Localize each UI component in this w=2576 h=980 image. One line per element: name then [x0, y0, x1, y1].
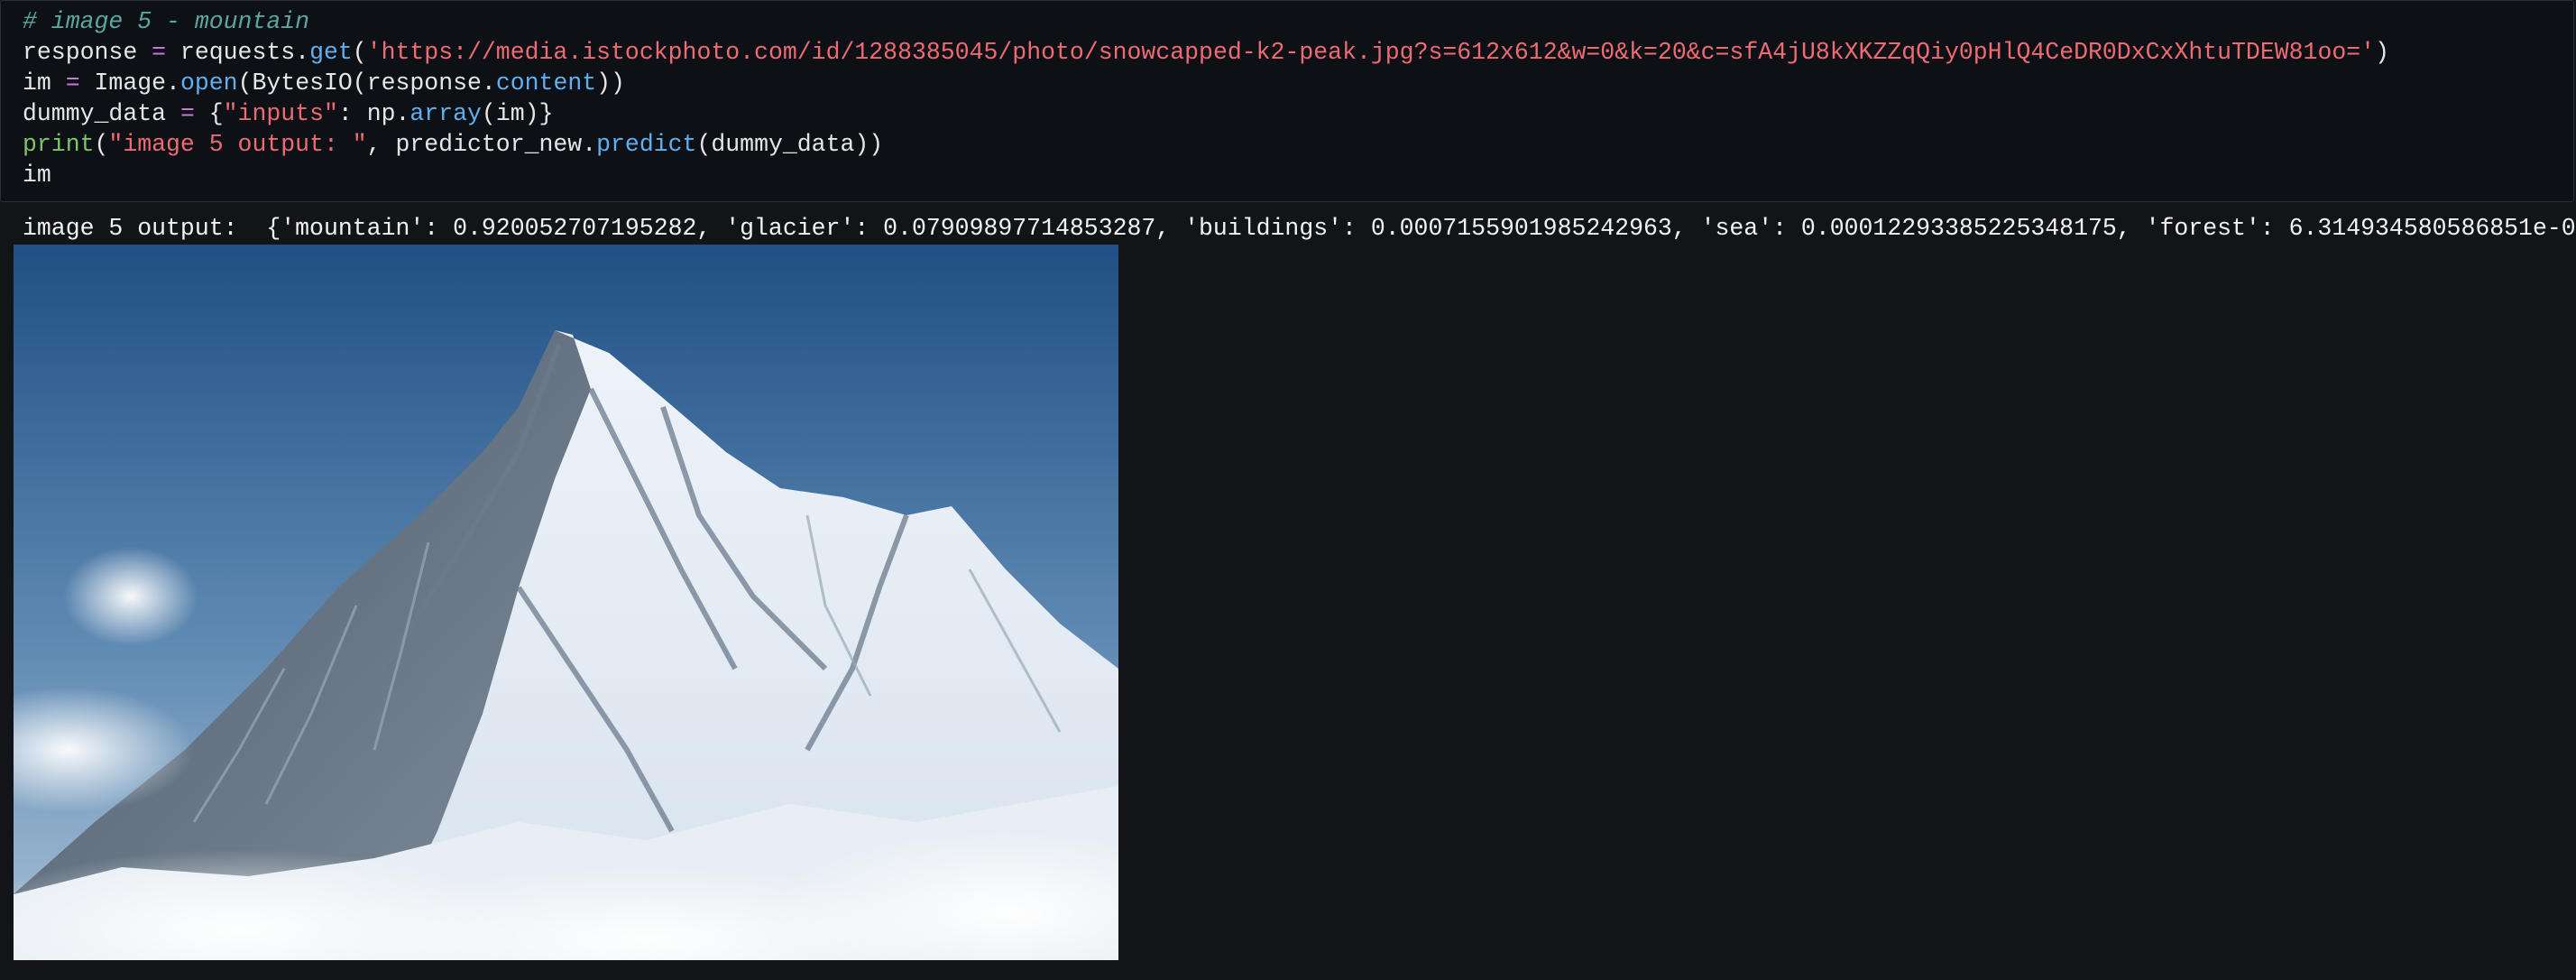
output-image-mountain: [14, 245, 1118, 960]
code-token-str: 'https://media.istockphoto.com/id/128838…: [366, 39, 2376, 66]
code-token-fn: content: [495, 69, 597, 97]
code-token-kw: =: [179, 100, 195, 127]
code-token-plain: Image.: [79, 69, 180, 97]
code-token-fn: array: [409, 100, 482, 127]
code-token-comment: # image 5 - mountain: [23, 8, 310, 35]
code-token-plain: requests.: [166, 39, 310, 66]
code-token-plain: (BytesIO(response.: [237, 69, 496, 97]
code-token-fn: get: [309, 39, 353, 66]
code-token-fn: open: [179, 69, 238, 97]
code-line: im = Image.open(BytesIO(response.content…: [23, 68, 2389, 98]
code-token-plain: (dummy_data)): [696, 131, 884, 158]
code-editor[interactable]: # image 5 - mountain response = requests.…: [23, 6, 2389, 190]
code-token-plain: im: [23, 162, 51, 189]
code-token-fn: predict: [596, 131, 697, 158]
code-line: print("image 5 output: ", predictor_new.…: [23, 129, 2389, 160]
code-token-plain: )): [596, 69, 625, 97]
code-line: dummy_data = {"inputs": np.array(im)}: [23, 98, 2389, 129]
code-line: response = requests.get('https://media.i…: [23, 37, 2389, 68]
code-token-str: "image 5 output: ": [108, 131, 367, 158]
code-token-plain: (: [94, 131, 109, 158]
code-token-plain: {: [194, 100, 224, 127]
code-token-plain: response: [23, 39, 152, 66]
code-token-str: "inputs": [223, 100, 338, 127]
code-token-plain: ): [2375, 39, 2389, 66]
code-token-plain: (im)}: [481, 100, 554, 127]
code-token-plain: dummy_data: [23, 100, 180, 127]
code-line: # image 5 - mountain: [23, 6, 2389, 37]
code-token-plain: : np.: [337, 100, 410, 127]
cloud-left: [63, 547, 198, 646]
code-token-plain: , predictor_new.: [366, 131, 597, 158]
cell-output-text: image 5 output: {'mountain': 0.920052707…: [23, 215, 2576, 242]
code-token-builtin: print: [23, 131, 95, 158]
code-token-kw: =: [152, 39, 167, 66]
code-cell[interactable]: # image 5 - mountain response = requests.…: [0, 0, 2574, 202]
code-token-plain: im: [23, 69, 66, 97]
code-token-plain: (: [352, 39, 367, 66]
code-token-kw: =: [65, 69, 80, 97]
code-line: im: [23, 160, 2389, 190]
